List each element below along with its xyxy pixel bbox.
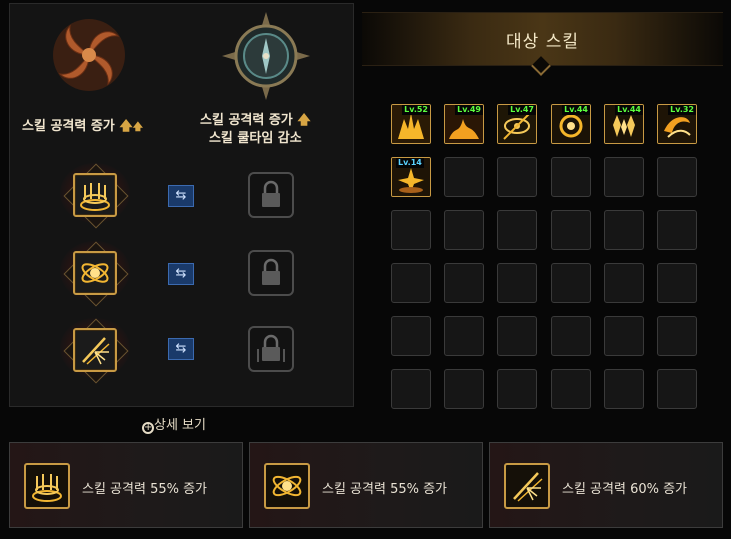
effect-text-1: 스킬 공격력 55% 증가	[82, 482, 208, 497]
rune-slot-slash[interactable]	[73, 328, 117, 372]
rune-panel: 스킬 공격력 증가 🡅🡅 스킬 공격력 증가 🡅 스킬 쿨타임 감소 ⇆ ⇆ ⇆	[9, 3, 354, 407]
skill-level-label: Lv.49	[455, 105, 483, 115]
empty-skill-slot	[551, 210, 591, 250]
double-up-arrow-icon: 🡅🡅	[119, 119, 143, 134]
empty-skill-slot	[444, 263, 484, 303]
slash-burst-icon	[82, 337, 110, 365]
empty-skill-slot	[551, 157, 591, 197]
up-arrow-icon: 🡅	[297, 113, 311, 128]
empty-skill-slot	[444, 157, 484, 197]
empty-skill-slot	[391, 210, 431, 250]
empty-skill-slot	[657, 263, 697, 303]
zoom-in-icon: +	[142, 422, 154, 434]
header-cooldown-label: 스킬 쿨타임 감소	[208, 131, 302, 146]
locked-slot-1[interactable]	[248, 172, 294, 218]
effect-card-1: 스킬 공격력 55% 증가	[9, 442, 243, 528]
locked-slot-3[interactable]	[248, 326, 294, 372]
empty-skill-slot	[444, 210, 484, 250]
empty-skill-slot	[444, 316, 484, 356]
swap-button-3[interactable]: ⇆	[168, 338, 194, 360]
swap-button-1[interactable]: ⇆	[168, 185, 194, 207]
golden-altar-icon	[24, 463, 70, 509]
locked-slot-2[interactable]	[248, 250, 294, 296]
rune-slot-altar[interactable]	[73, 173, 117, 217]
empty-skill-slot	[497, 263, 537, 303]
target-skill-title: 대상 스킬	[506, 32, 579, 52]
skill-slot-6[interactable]: Lv.32	[657, 104, 697, 144]
skill-level-label: Lv.44	[615, 105, 643, 115]
skill-slot-5[interactable]: Lv.44	[604, 104, 644, 144]
lock-icon	[262, 258, 280, 285]
effect-card-3: 스킬 공격력 60% 증가	[489, 442, 723, 528]
empty-skill-slot	[497, 369, 537, 409]
swap-button-2[interactable]: ⇆	[168, 263, 194, 285]
skill-level-label: Lv.52	[402, 105, 430, 115]
effect-card-2: 스킬 공격력 55% 증가	[249, 442, 483, 528]
effect-text-2: 스킬 공격력 55% 증가	[322, 482, 448, 497]
swap-icon: ⇆	[175, 188, 187, 203]
skill-level-label: Lv.44	[562, 105, 590, 115]
detail-view-label: 상세 보기	[154, 418, 206, 433]
empty-skill-slot	[604, 210, 644, 250]
slash-burst-icon	[504, 463, 550, 509]
empty-skill-slot	[391, 316, 431, 356]
lock-icon	[257, 334, 285, 362]
swap-icon: ⇆	[175, 266, 187, 281]
empty-skill-slot	[551, 369, 591, 409]
empty-skill-slot	[604, 263, 644, 303]
header-attack-cooldown: 스킬 공격력 증가 🡅 스킬 쿨타임 감소	[200, 112, 311, 148]
rune-slot-orbit[interactable]	[73, 251, 117, 295]
compass-emblem-icon	[220, 10, 312, 102]
empty-skill-slot	[391, 263, 431, 303]
detail-view-link[interactable]: + 상세 보기	[142, 414, 206, 434]
skill-slot-2[interactable]: Lv.49	[444, 104, 484, 144]
header-attack-increase: 스킬 공격력 증가 🡅🡅	[22, 118, 143, 137]
header-attack-label-2: 스킬 공격력 증가	[200, 113, 293, 128]
empty-skill-slot	[657, 210, 697, 250]
empty-skill-slot	[604, 157, 644, 197]
swap-icon: ⇆	[175, 341, 187, 356]
effect-text-3: 스킬 공격력 60% 증가	[562, 482, 688, 497]
skill-slot-7[interactable]: Lv.14	[391, 157, 431, 197]
empty-skill-slot	[497, 210, 537, 250]
empty-skill-slot	[604, 369, 644, 409]
skill-slot-1[interactable]: Lv.52	[391, 104, 431, 144]
empty-skill-slot	[657, 157, 697, 197]
empty-skill-slot	[497, 316, 537, 356]
empty-skill-slot	[391, 369, 431, 409]
target-skill-header: 대상 스킬	[362, 12, 723, 76]
empty-skill-slot	[551, 263, 591, 303]
orbit-atom-icon	[264, 463, 310, 509]
skill-level-label: Lv.14	[396, 158, 424, 168]
orbit-atom-icon	[81, 263, 109, 283]
swirl-emblem-icon	[48, 14, 130, 96]
empty-skill-slot	[551, 316, 591, 356]
golden-altar-icon	[80, 183, 110, 211]
skill-level-label: Lv.47	[508, 105, 536, 115]
skill-slot-3[interactable]: Lv.47	[497, 104, 537, 144]
header-attack-label: 스킬 공격력 증가	[22, 119, 115, 134]
empty-skill-slot	[497, 157, 537, 197]
lock-icon	[262, 180, 280, 207]
empty-skill-slot	[444, 369, 484, 409]
header-chevron-icon	[531, 56, 551, 76]
skill-slot-4[interactable]: Lv.44	[551, 104, 591, 144]
empty-skill-slot	[604, 316, 644, 356]
skill-level-label: Lv.32	[668, 105, 696, 115]
empty-skill-slot	[657, 369, 697, 409]
empty-skill-slot	[657, 316, 697, 356]
